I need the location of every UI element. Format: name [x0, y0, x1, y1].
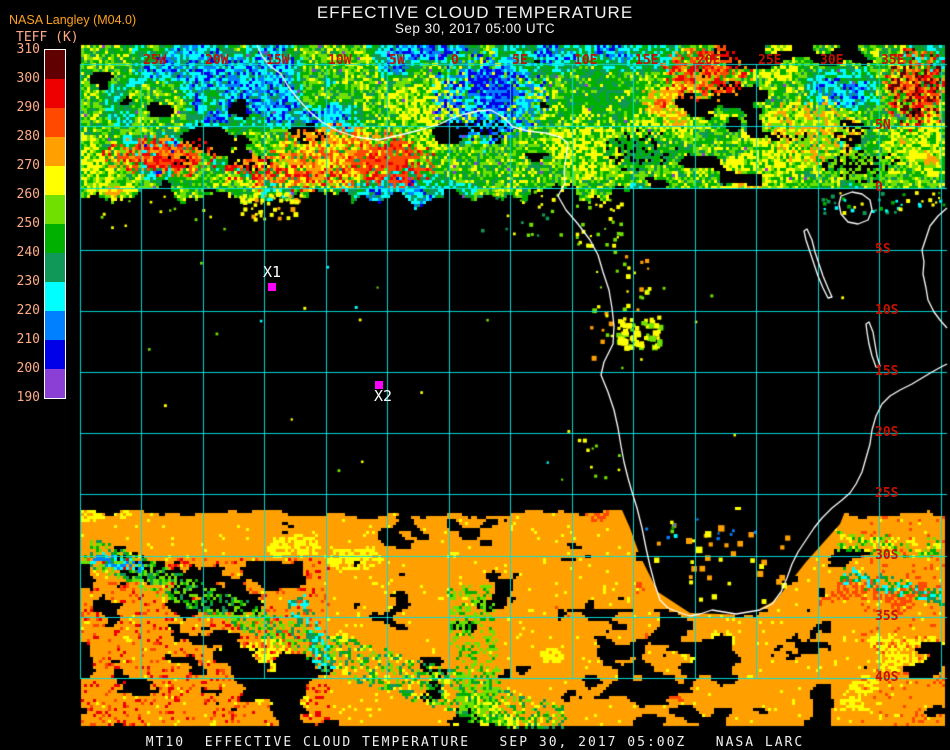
lat-grid-label: 20S [875, 425, 899, 440]
colorbar-tick-label: 280 [16, 129, 40, 144]
footer-caption: MT10 EFFECTIVE CLOUD TEMPERATURE SEP 30,… [145, 735, 805, 750]
lat-grid-label: 5N [875, 118, 891, 133]
marker-dot [268, 283, 276, 291]
colorbar-segment [45, 137, 65, 166]
colorbar-tick-label: 250 [16, 216, 40, 231]
lat-grid-label: 15S [875, 364, 899, 379]
lon-grid-label: 10E [574, 53, 598, 68]
colorbar-tick-label: 300 [16, 71, 40, 86]
lat-grid-label: 35S [875, 609, 899, 624]
lon-grid-label: 5E [512, 53, 528, 68]
lon-grid-label: 10W [328, 53, 352, 68]
source-label: NASA Langley (M04.0) [9, 13, 137, 27]
colorbar-tick-label: 230 [16, 274, 40, 289]
lon-grid-label: 25E [758, 53, 782, 68]
lon-grid-label: 0 [451, 53, 459, 68]
colorbar-segment [45, 108, 65, 137]
colorbar-segment [45, 50, 65, 79]
colorbar-tick-label: 240 [16, 245, 40, 260]
colorbar-tick-label: 200 [16, 361, 40, 376]
lon-grid-label: 5W [389, 53, 405, 68]
colorbar-tick-label: 210 [16, 332, 40, 347]
colorbar-segment [45, 369, 65, 398]
lat-grid-label: 40S [875, 670, 899, 685]
lon-grid-label: 25W [143, 53, 167, 68]
page-title: EFFECTIVE CLOUD TEMPERATURE [316, 3, 634, 22]
lon-grid-label: 20W [205, 53, 229, 68]
colorbar-tick-label: 270 [16, 158, 40, 173]
lat-grid-label: 0 [875, 180, 883, 195]
colorbar-tick-label: 290 [16, 100, 40, 115]
colorbar-segment [45, 340, 65, 369]
map-overlay: EFFECTIVE CLOUD TEMPERATURE Sep 30, 2017… [0, 0, 950, 750]
lat-grid-label: 30S [875, 548, 899, 563]
marker-label: X2 [374, 387, 393, 405]
marker-dot [375, 381, 383, 389]
lat-grid-label: 10S [875, 303, 899, 318]
lat-grid-label: 25S [875, 486, 899, 501]
colorbar-segment [45, 253, 65, 282]
lon-grid-label: 15E [635, 53, 659, 68]
lon-grid-label: 30E [820, 53, 844, 68]
colorbar-segment [45, 195, 65, 224]
colorbar-segment [45, 166, 65, 195]
colorbar-tick-label: 190 [16, 390, 40, 405]
marker-label: X1 [263, 263, 282, 281]
colorbar-segment [45, 224, 65, 253]
colorbar-tick-label: 310 [16, 42, 40, 57]
lon-grid-label: 35E [881, 53, 905, 68]
colorbar-tick-label: 220 [16, 303, 40, 318]
colorbar [44, 49, 66, 399]
colorbar-segment [45, 311, 65, 340]
colorbar-tick-label: 260 [16, 187, 40, 202]
lat-grid-label: 5S [875, 242, 891, 257]
colorbar-segment [45, 282, 65, 311]
lon-grid-label: 15W [266, 53, 290, 68]
lon-grid-label: 20E [697, 53, 721, 68]
colorbar-segment [45, 79, 65, 108]
page-subtitle: Sep 30, 2017 05:00 UTC [394, 21, 556, 36]
